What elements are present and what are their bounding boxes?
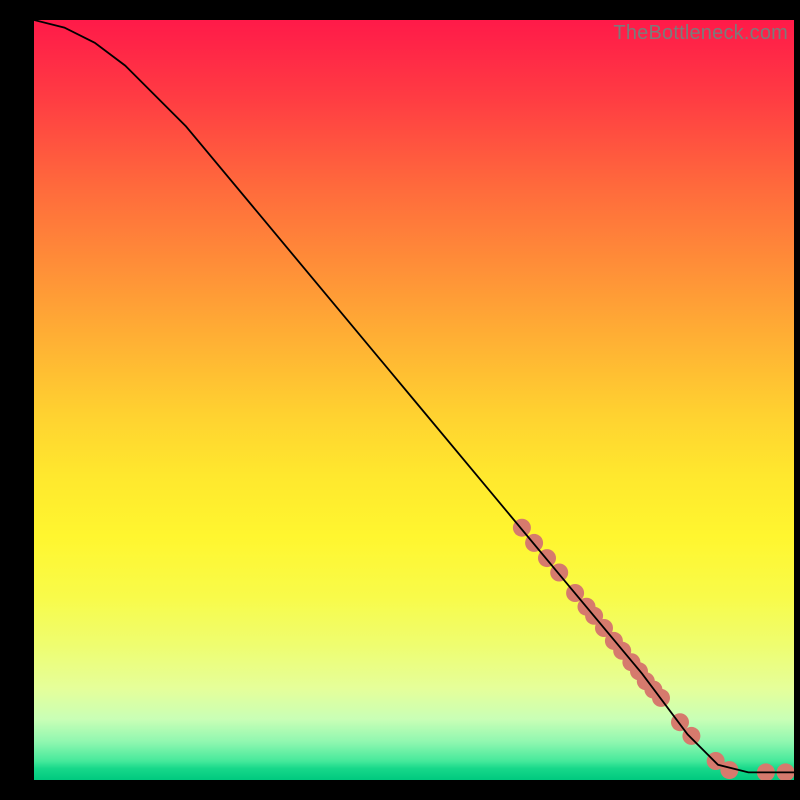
chart-plot-area: TheBottleneck.com — [34, 20, 794, 780]
stage: TheBottleneck.com — [0, 0, 800, 800]
chart-markers-group — [513, 519, 794, 780]
watermark-text: TheBottleneck.com — [613, 22, 788, 45]
chart-overlay-svg — [34, 20, 794, 780]
chart-curve-line — [34, 20, 794, 772]
